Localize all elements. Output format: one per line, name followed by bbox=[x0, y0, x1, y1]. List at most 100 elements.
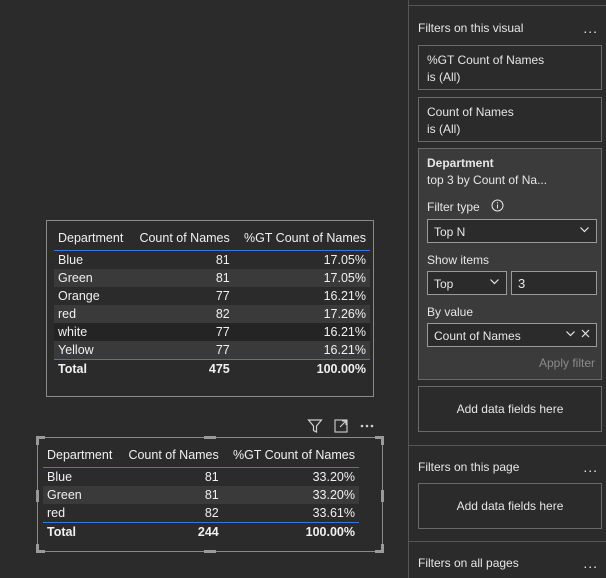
cell-count: 77 bbox=[130, 341, 234, 360]
section-divider bbox=[409, 445, 606, 446]
more-options-icon[interactable]: ... bbox=[583, 20, 598, 36]
table-visual-2[interactable]: Department Count of Names %GT Count of N… bbox=[36, 436, 384, 553]
by-value-label: By value bbox=[427, 305, 474, 319]
cell-count: 81 bbox=[130, 250, 234, 269]
cell-gt: 33.20% bbox=[222, 467, 359, 486]
matrix-table: Department Count of Names %GT Count of N… bbox=[54, 226, 370, 378]
add-data-fields-visual[interactable]: Add data fields here bbox=[418, 386, 602, 432]
apply-filter-button[interactable]: Apply filter bbox=[539, 356, 595, 370]
column-header-department[interactable]: Department bbox=[54, 226, 131, 251]
resize-handle-bottom-left-v[interactable] bbox=[36, 544, 39, 553]
filter-pane: Filters on this visual ... %GT Count of … bbox=[408, 0, 606, 578]
chevron-down-icon[interactable] bbox=[565, 328, 576, 342]
cell-gt: 33.20% bbox=[222, 486, 359, 504]
column-header-department[interactable]: Department bbox=[43, 443, 120, 468]
table-row[interactable]: Orange 77 16.21% bbox=[54, 287, 370, 305]
table-row[interactable]: Green 81 17.05% bbox=[54, 269, 370, 287]
total-gt: 100.00% bbox=[316, 362, 366, 376]
table-row[interactable]: red 82 33.61% bbox=[43, 504, 359, 523]
cell-department: Green bbox=[43, 486, 120, 504]
resize-handle-right[interactable] bbox=[381, 490, 384, 502]
cell-department: red bbox=[43, 504, 120, 523]
cell-count: 77 bbox=[130, 323, 234, 341]
cell-gt: 33.61% bbox=[222, 504, 359, 523]
show-items-label: Show items bbox=[427, 253, 490, 267]
filter-type-dropdown[interactable]: Top N bbox=[427, 219, 597, 243]
cell-gt: 17.05% bbox=[233, 250, 370, 269]
show-items-count-value: 3 bbox=[518, 276, 526, 291]
section-divider bbox=[409, 541, 606, 542]
resize-handle-bottom-right-v[interactable] bbox=[381, 544, 384, 553]
table-row[interactable]: Blue 81 17.05% bbox=[54, 250, 370, 269]
table-row[interactable]: red 82 17.26% bbox=[54, 305, 370, 323]
show-items-count-input[interactable]: 3 bbox=[511, 271, 597, 295]
cell-department: Blue bbox=[54, 250, 131, 269]
cell-gt: 17.26% bbox=[233, 305, 370, 323]
visual-header-icons bbox=[306, 417, 376, 435]
matrix-table: Department Count of Names %GT Count of N… bbox=[43, 443, 359, 541]
filter-card-title: Count of Names bbox=[427, 105, 514, 119]
cell-department: red bbox=[54, 305, 131, 323]
show-items-direction-value: Top bbox=[434, 277, 454, 291]
filter-card-subtitle: top 3 by Count of Na... bbox=[427, 173, 548, 187]
more-options-icon[interactable]: ... bbox=[583, 555, 598, 571]
filter-type-label: Filter type bbox=[427, 200, 480, 214]
filter-icon[interactable] bbox=[306, 417, 324, 435]
table-visual-1[interactable]: Department Count of Names %GT Count of N… bbox=[46, 220, 374, 397]
filter-card-count[interactable]: Count of Names is (All) bbox=[418, 97, 602, 142]
column-header-count[interactable]: Count of Names bbox=[131, 226, 234, 251]
column-header-count[interactable]: Count of Names bbox=[120, 443, 223, 468]
total-gt: 100.00% bbox=[305, 525, 355, 539]
filter-card-department[interactable]: Department top 3 by Count of Na... Filte… bbox=[418, 148, 602, 380]
more-options-icon[interactable] bbox=[358, 417, 376, 435]
cell-department: Blue bbox=[43, 467, 120, 486]
filters-visual-title: Filters on this visual bbox=[418, 21, 524, 35]
filter-card-subtitle: is (All) bbox=[427, 122, 461, 136]
by-value-field-well[interactable]: Count of Names bbox=[427, 323, 597, 347]
cell-count: 81 bbox=[130, 269, 234, 287]
table-row[interactable]: Green 81 33.20% bbox=[43, 486, 359, 504]
add-data-fields-page[interactable]: Add data fields here bbox=[418, 483, 602, 529]
filter-card-title: Department bbox=[427, 156, 494, 170]
resize-handle-bottom[interactable] bbox=[204, 550, 216, 553]
total-label: Total bbox=[47, 525, 76, 539]
total-count: 475 bbox=[208, 362, 230, 376]
filter-card-gt-count[interactable]: %GT Count of Names is (All) bbox=[418, 45, 602, 90]
filter-type-value: Top N bbox=[434, 225, 466, 239]
cell-count: 82 bbox=[130, 305, 234, 323]
cell-count: 81 bbox=[119, 467, 223, 486]
filter-card-title: %GT Count of Names bbox=[427, 53, 545, 67]
cell-gt: 17.05% bbox=[233, 269, 370, 287]
cell-department: Green bbox=[54, 269, 131, 287]
more-options-icon[interactable]: ... bbox=[583, 459, 598, 475]
table-row[interactable]: Blue 81 33.20% bbox=[43, 467, 359, 486]
by-value-field-name: Count of Names bbox=[434, 329, 521, 343]
filter-card-subtitle: is (All) bbox=[427, 70, 461, 84]
pane-top-divider bbox=[409, 0, 606, 6]
close-icon[interactable] bbox=[580, 328, 591, 342]
chevron-down-icon bbox=[489, 276, 500, 290]
cell-count: 82 bbox=[119, 504, 223, 523]
table-row[interactable]: white 77 16.21% bbox=[54, 323, 370, 341]
cell-gt: 16.21% bbox=[233, 323, 370, 341]
total-label: Total bbox=[58, 362, 87, 376]
table-header-row: Department Count of Names %GT Count of N… bbox=[54, 226, 370, 251]
cell-count: 81 bbox=[119, 486, 223, 504]
table-header-row: Department Count of Names %GT Count of N… bbox=[43, 443, 359, 468]
resize-handle-top[interactable] bbox=[204, 436, 216, 439]
resize-handle-top-right-v[interactable] bbox=[381, 436, 384, 445]
resize-handle-left[interactable] bbox=[36, 490, 39, 502]
resize-handle-top-left-v[interactable] bbox=[36, 436, 39, 445]
total-row: Total 244 100.00% bbox=[43, 522, 359, 542]
cell-department: white bbox=[54, 323, 131, 341]
cell-gt: 16.21% bbox=[233, 341, 370, 360]
show-items-direction-dropdown[interactable]: Top bbox=[427, 271, 507, 295]
column-header-gt[interactable]: %GT Count of Names bbox=[234, 226, 370, 251]
focus-mode-icon[interactable] bbox=[332, 417, 350, 435]
filters-page-title: Filters on this page bbox=[418, 460, 520, 474]
chevron-down-icon bbox=[579, 224, 590, 238]
info-icon[interactable] bbox=[491, 199, 504, 215]
filters-all-pages-title: Filters on all pages bbox=[418, 556, 519, 570]
table-row[interactable]: Yellow 77 16.21% bbox=[54, 341, 370, 360]
column-header-gt[interactable]: %GT Count of Names bbox=[223, 443, 359, 468]
